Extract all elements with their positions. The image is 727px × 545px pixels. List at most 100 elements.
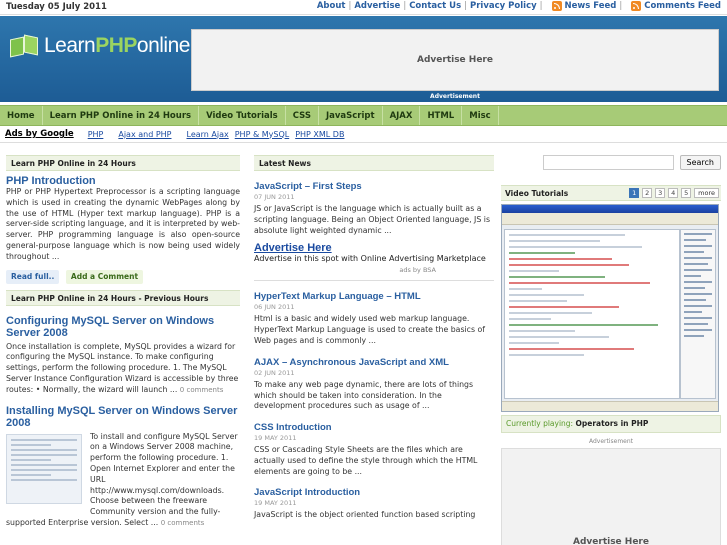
post-thumbnail[interactable] [6, 433, 82, 504]
post-title[interactable]: Configuring MySQL Server on Windows Serv… [6, 315, 214, 339]
ads-by-bsa[interactable]: ads by BSA [254, 266, 436, 274]
header-ad-text: Advertise Here [417, 55, 493, 65]
featured-post: PHP Introduction PHP or PHP Hypertext Pr… [6, 175, 240, 284]
currently-playing: Currently playing: Operators in PHP [501, 415, 721, 433]
nav-css[interactable]: CSS [286, 106, 319, 125]
video-code-frame [504, 229, 680, 399]
main-nav: Home Learn PHP Online in 24 Hours Video … [0, 105, 727, 126]
add-comment-button[interactable]: Add a Comment [65, 269, 144, 284]
list-item: Installing MySQL Server on Windows Serve… [6, 405, 240, 529]
top-bar: Tuesday 05 July 2011 About | Advertise | C… [0, 0, 727, 15]
news-title[interactable]: JavaScript – First Steps [254, 181, 362, 192]
news-excerpt: CSS or Cascading Style Sheets are the fi… [254, 445, 478, 476]
section-heading: Learn PHP Online in 24 Hours - Previous … [6, 289, 240, 306]
news-title[interactable]: CSS Introduction [254, 422, 332, 433]
news-title[interactable]: JavaScript Introduction [254, 487, 360, 498]
list-item: CSS Introduction 19 MAY 2011 CSS or Casc… [254, 422, 494, 477]
sidebar: Search Video Tutorials 1 2 3 4 5 more Cu… [501, 155, 721, 545]
contact-link[interactable]: Contact Us [409, 1, 461, 11]
post-excerpt: Once installation is complete, MySQL pro… [6, 342, 240, 396]
news-title[interactable]: HyperText Markup Language – HTML [254, 291, 421, 302]
about-link[interactable]: About [317, 1, 346, 11]
header-ad-banner[interactable]: Advertise Here [191, 29, 719, 91]
nav-javascript[interactable]: JavaScript [319, 106, 383, 125]
section-heading: Learn PHP Online in 24 Hours [6, 155, 240, 171]
news-date: 06 JUN 2011 [254, 303, 295, 312]
search-form: Search [501, 155, 721, 170]
read-full-button[interactable]: Read full.. [6, 269, 60, 284]
section-heading: Latest News [254, 155, 494, 171]
logo-php: PHP [95, 34, 137, 57]
video-player[interactable] [501, 204, 719, 412]
video-page-2[interactable]: 2 [642, 188, 653, 198]
ad-link-ajax-php[interactable]: Ajax and PHP [118, 130, 171, 139]
top-links: About | Advertise | Contact Us | Privacy Po… [316, 1, 721, 11]
ad-links-bar: Ads by Google PHP Ajax and PHP Learn Aja… [0, 126, 727, 143]
video-page-3[interactable]: 3 [655, 188, 666, 198]
playing-title: Operators in PHP [575, 419, 649, 428]
news-date: 07 JUN 2011 [254, 193, 295, 201]
list-item: JavaScript Introduction 19 MAY 2011 Java… [254, 487, 494, 521]
ad-link-learn-ajax[interactable]: Learn Ajax [187, 130, 229, 139]
news-date: 02 JUN 2011 [254, 368, 295, 377]
header-ad-label: Advertisement [430, 93, 480, 100]
rss-icon [631, 1, 642, 11]
ads-by-google[interactable]: Ads by Google [5, 129, 74, 139]
post-title[interactable]: Installing MySQL Server on Windows Serve… [6, 405, 237, 429]
nav-video-tutorials[interactable]: Video Tutorials [199, 106, 286, 125]
news-date: 19 MAY 2011 [254, 434, 297, 443]
nav-misc[interactable]: Misc [462, 106, 499, 125]
video-page-1[interactable]: 1 [629, 188, 640, 198]
current-date: Tuesday 05 July 2011 [6, 2, 107, 12]
book-icon [8, 30, 40, 62]
news-excerpt: JS or JavaScript is the language which i… [254, 204, 491, 235]
logo-online: online [136, 34, 191, 57]
comments-feed-link[interactable]: Comments Feed [644, 1, 721, 11]
list-item: JavaScript – First Steps 07 JUN 2011 JS … [254, 181, 494, 236]
nav-home[interactable]: Home [0, 106, 43, 125]
list-item: HyperText Markup Language – HTML 06 JUN … [254, 291, 494, 346]
left-column: Learn PHP Online in 24 Hours PHP Introdu… [6, 155, 240, 529]
news-title[interactable]: AJAX – Asynchronous JavaScript and XML [254, 357, 449, 368]
news-excerpt: Html is a basic and widely used web mark… [254, 314, 486, 345]
divider [254, 280, 494, 282]
site-logo[interactable]: LearnPHPonline [8, 30, 190, 62]
list-item: Configuring MySQL Server on Windows Serv… [6, 315, 240, 396]
nav-html[interactable]: HTML [420, 106, 463, 125]
video-page-4[interactable]: 4 [668, 188, 679, 198]
privacy-link[interactable]: Privacy Policy [470, 1, 537, 11]
ad-description: Advertise in this spot with Online Adver… [254, 254, 486, 264]
video-more-button[interactable]: more [694, 188, 719, 198]
news-excerpt: To make any web page dynamic, there are … [254, 379, 474, 411]
search-input[interactable] [543, 155, 674, 170]
rss-icon [551, 1, 562, 11]
post-excerpt: PHP or PHP Hypertext Preprocessor is a s… [6, 187, 240, 261]
nav-ajax[interactable]: AJAX [383, 106, 421, 125]
sidebar-ad-banner[interactable]: Advertise Here [501, 448, 721, 545]
news-feed-link[interactable]: News Feed [565, 1, 617, 11]
site-header: LearnPHPonline Advertise Here Advertisem… [0, 16, 727, 102]
bsa-ad: Advertise Here Advertise in this spot wi… [254, 242, 494, 274]
video-tutorials-header: Video Tutorials 1 2 3 4 5 more [501, 185, 721, 201]
logo-learn: Learn [44, 34, 96, 57]
post-title[interactable]: PHP Introduction [6, 175, 96, 187]
ad-link-php[interactable]: PHP [88, 130, 104, 139]
ad-link-php-mysql[interactable]: PHP & MySQL [235, 130, 289, 139]
advertise-here-link[interactable]: Advertise Here [254, 242, 332, 254]
video-tutorials-title: Video Tutorials [505, 188, 569, 198]
advertise-link[interactable]: Advertise [354, 1, 400, 11]
list-item: AJAX – Asynchronous JavaScript and XML 0… [254, 357, 494, 412]
news-excerpt: JavaScript is the object oriented functi… [254, 509, 476, 519]
news-column: Latest News JavaScript – First Steps 07 … [254, 155, 494, 520]
news-date: 19 MAY 2011 [254, 498, 297, 507]
sidebar-ad-label: Advertisement [588, 438, 634, 445]
video-file-tree [680, 229, 716, 399]
nav-learn-php[interactable]: Learn PHP Online in 24 Hours [43, 106, 200, 125]
sidebar-ad-text: Advertise Here [573, 537, 649, 545]
comments-link[interactable]: 0 comments [180, 386, 224, 394]
ad-link-php-xml[interactable]: PHP XML DB [295, 130, 344, 139]
comments-link[interactable]: 0 comments [161, 519, 205, 527]
video-page-5[interactable]: 5 [681, 188, 692, 198]
playing-label: Currently playing: [506, 419, 574, 428]
search-button[interactable]: Search [679, 155, 721, 170]
